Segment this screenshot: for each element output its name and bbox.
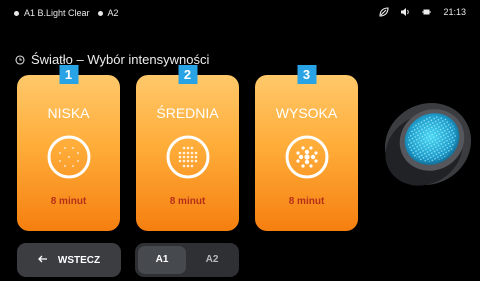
intensity-card-high[interactable]: 3 WYSOKA 8 minut bbox=[255, 65, 358, 231]
card-number-badge: 2 bbox=[178, 65, 197, 84]
segment-option-a2[interactable]: A2 bbox=[188, 246, 236, 274]
status-right: 21:13 bbox=[379, 7, 466, 17]
card-label: WYSOKA bbox=[275, 105, 338, 121]
card-duration: 8 minut bbox=[50, 196, 87, 207]
intensity-card-low[interactable]: 1 NISKA 8 minut bbox=[17, 65, 120, 231]
back-button[interactable]: WSTECZ bbox=[17, 243, 121, 277]
intensity-card-medium[interactable]: 2 ŚREDNIA 8 minut bbox=[136, 65, 239, 231]
status-left: A1 B.Light Clear A2 bbox=[14, 8, 119, 18]
segment-option-a1[interactable]: A1 bbox=[138, 246, 186, 274]
card-label: NISKA bbox=[47, 105, 90, 121]
card-number-badge: 3 bbox=[297, 65, 316, 84]
back-button-label: WSTECZ bbox=[57, 254, 101, 266]
status-dot-icon bbox=[14, 10, 19, 16]
card-duration: 8 minut bbox=[288, 196, 325, 207]
card-label: ŚREDNIA bbox=[156, 105, 219, 121]
status-item-a2: A2 bbox=[107, 8, 119, 18]
status-item-a1: A1 B.Light Clear bbox=[24, 8, 90, 18]
speaker-icon[interactable] bbox=[400, 7, 411, 17]
card-duration: 8 minut bbox=[169, 196, 206, 207]
clock-time: 21:13 bbox=[443, 7, 466, 17]
led-mask-device-image bbox=[384, 102, 472, 186]
arrow-left-icon bbox=[37, 255, 48, 266]
plug-icon bbox=[422, 7, 432, 17]
intensity-low-icon bbox=[47, 135, 90, 179]
status-dot-icon bbox=[97, 10, 103, 16]
clock-icon bbox=[15, 54, 25, 65]
channel-segmented-control: A1 A2 bbox=[135, 243, 239, 277]
intensity-high-icon bbox=[285, 135, 328, 179]
card-number-badge: 1 bbox=[59, 65, 78, 84]
leaf-icon bbox=[379, 7, 390, 17]
intensity-medium-icon bbox=[166, 135, 209, 179]
status-bar: A1 B.Light Clear A2 21:13 bbox=[0, 0, 480, 26]
